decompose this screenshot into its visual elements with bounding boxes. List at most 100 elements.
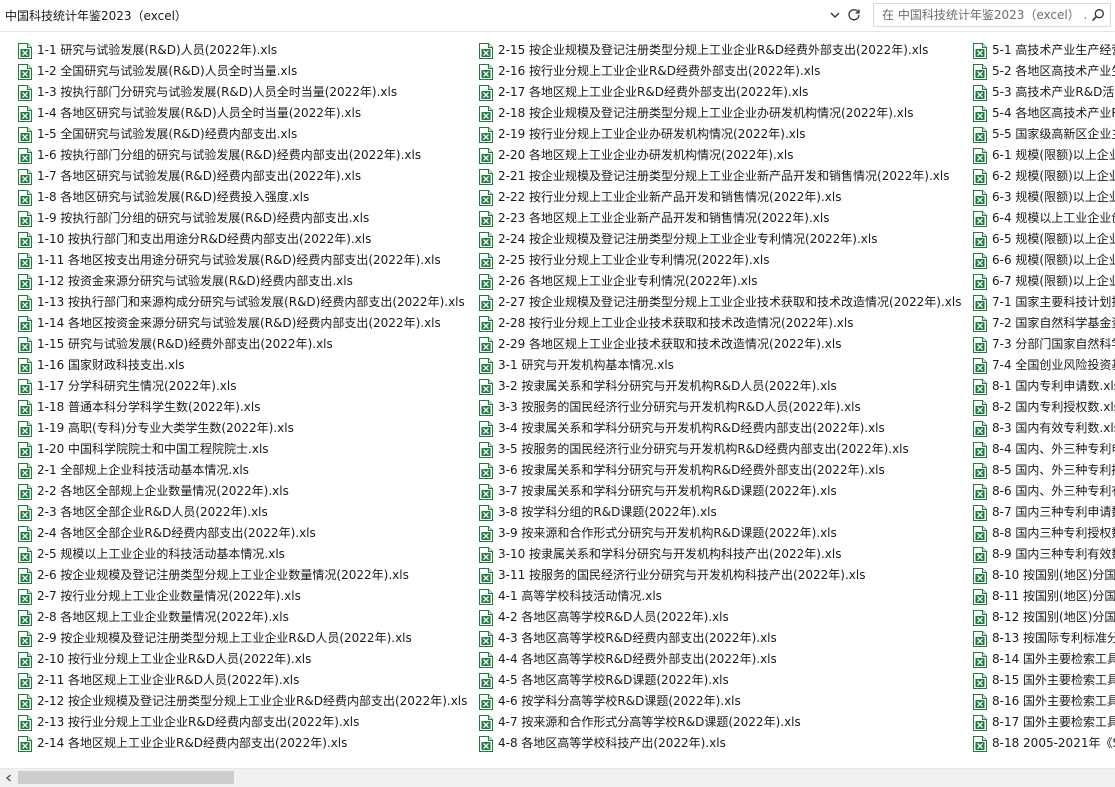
search-button[interactable] — [1088, 5, 1108, 25]
file-item[interactable]: 2-1 全部规上企业科技活动基本情况.xls — [18, 460, 467, 481]
file-item[interactable]: 2-19 按行业分规上工业企业办研发机构情况(2022年).xls — [479, 124, 961, 145]
file-item[interactable]: 8-1 国内专利申请数.xls — [973, 376, 1115, 397]
file-item[interactable]: 8-15 国外主要检索工具 — [973, 670, 1115, 691]
file-item[interactable]: 8-10 按国别(地区)分国 — [973, 565, 1115, 586]
file-item[interactable]: 2-4 各地区全部企业R&D经费内部支出(2022年).xls — [18, 523, 467, 544]
file-item[interactable]: 1-18 普通本科分学科学生数(2022年).xls — [18, 397, 467, 418]
file-item[interactable]: 2-5 规模以上工业企业的科技活动基本情况.xls — [18, 544, 467, 565]
file-item[interactable]: 3-10 按隶属关系和学科分研究与开发机构科技产出(2022年).xls — [479, 544, 961, 565]
file-item[interactable]: 2-11 各地区规上工业企业R&D人员(2022年).xls — [18, 670, 467, 691]
file-item[interactable]: 2-20 各地区规上工业企业办研发机构情况(2022年).xls — [479, 145, 961, 166]
file-item[interactable]: 8-14 国外主要检索工具 — [973, 649, 1115, 670]
file-item[interactable]: 6-1 规模(限额)以上企业 — [973, 145, 1115, 166]
file-item[interactable]: 1-4 各地区研究与试验发展(R&D)人员全时当量(2022年).xls — [18, 103, 467, 124]
file-item[interactable]: 1-8 各地区研究与试验发展(R&D)经费投入强度.xls — [18, 187, 467, 208]
file-item[interactable]: 2-26 各地区规上工业企业专利情况(2022年).xls — [479, 271, 961, 292]
file-item[interactable]: 3-4 按隶属关系和学科分研究与开发机构R&D经费内部支出(2022年).xls — [479, 418, 961, 439]
file-item[interactable]: 2-15 按企业规模及登记注册类型分规上工业企业R&D经费外部支出(2022年)… — [479, 40, 961, 61]
file-item[interactable]: 1-20 中国科学院院士和中国工程院院士.xls — [18, 439, 467, 460]
file-item[interactable]: 7-3 分部门国家自然科学 — [973, 334, 1115, 355]
file-item[interactable]: 1-12 按资金来源分研究与试验发展(R&D)经费内部支出.xls — [18, 271, 467, 292]
address-path[interactable]: 中国科技统计年鉴2023（excel） — [0, 2, 823, 28]
file-item[interactable]: 4-5 各地区高等学校R&D课题(2022年).xls — [479, 670, 961, 691]
file-item[interactable]: 6-6 规模(限额)以上企业 — [973, 250, 1115, 271]
file-item[interactable]: 2-21 按企业规模及登记注册类型分规上工业企业新产品开发和销售情况(2022年… — [479, 166, 961, 187]
file-item[interactable]: 1-15 研究与试验发展(R&D)经费外部支出(2022年).xls — [18, 334, 467, 355]
file-item[interactable]: 2-27 按企业规模及登记注册类型分规上工业企业技术获取和技术改造情况(2022… — [479, 292, 961, 313]
file-item[interactable]: 5-1 高技术产业生产经营 — [973, 40, 1115, 61]
file-item[interactable]: 8-9 国内三种专利有效数 — [973, 544, 1115, 565]
file-item[interactable]: 1-13 按执行部门和来源构成分研究与试验发展(R&D)经费内部支出(2022年… — [18, 292, 467, 313]
file-item[interactable]: 2-8 各地区规上工业企业数量情况(2022年).xls — [18, 607, 467, 628]
file-item[interactable]: 8-11 按国别(地区)分国 — [973, 586, 1115, 607]
file-item[interactable]: 2-22 按行业分规上工业企业新产品开发和销售情况(2022年).xls — [479, 187, 961, 208]
file-item[interactable]: 2-7 按行业分规上工业企业数量情况(2022年).xls — [18, 586, 467, 607]
scroll-left-button[interactable] — [2, 771, 16, 785]
file-item[interactable]: 3-8 按学科分组的R&D课题(2022年).xls — [479, 502, 961, 523]
file-item[interactable]: 2-25 按行业分规上工业企业专利情况(2022年).xls — [479, 250, 961, 271]
refresh-button[interactable] — [845, 4, 863, 26]
file-item[interactable]: 2-13 按行业分规上工业企业R&D经费内部支出(2022年).xls — [18, 712, 467, 733]
file-item[interactable]: 6-7 规模(限额)以上企业 — [973, 271, 1115, 292]
file-item[interactable]: 3-2 按隶属关系和学科分研究与开发机构R&D人员(2022年).xls — [479, 376, 961, 397]
file-item[interactable]: 8-2 国内专利授权数.xls — [973, 397, 1115, 418]
file-item[interactable]: 1-14 各地区按资金来源分研究与试验发展(R&D)经费内部支出(2022年).… — [18, 313, 467, 334]
file-item[interactable]: 3-5 按服务的国民经济行业分研究与开发机构R&D经费内部支出(2022年).x… — [479, 439, 961, 460]
file-item[interactable]: 2-6 按企业规模及登记注册类型分规上工业企业数量情况(2022年).xls — [18, 565, 467, 586]
file-item[interactable]: 1-1 研究与试验发展(R&D)人员(2022年).xls — [18, 40, 467, 61]
file-item[interactable]: 8-8 国内三种专利授权数 — [973, 523, 1115, 544]
file-item[interactable]: 7-4 全国创业风险投资基 — [973, 355, 1115, 376]
file-item[interactable]: 2-29 各地区规上工业企业技术获取和技术改造情况(2022年).xls — [479, 334, 961, 355]
file-item[interactable]: 4-3 各地区高等学校R&D经费内部支出(2022年).xls — [479, 628, 961, 649]
file-item[interactable]: 1-19 高职(专科)分专业大类学生数(2022年).xls — [18, 418, 467, 439]
file-item[interactable]: 8-16 国外主要检索工具 — [973, 691, 1115, 712]
file-item[interactable]: 3-3 按服务的国民经济行业分研究与开发机构R&D人员(2022年).xls — [479, 397, 961, 418]
file-item[interactable]: 1-6 按执行部门分组的研究与试验发展(R&D)经费内部支出(2022年).xl… — [18, 145, 467, 166]
address-history-dropdown[interactable] — [826, 4, 844, 26]
file-item[interactable]: 5-3 高技术产业R&D活 — [973, 82, 1115, 103]
file-item[interactable]: 5-5 国家级高新区企业主 — [973, 124, 1115, 145]
file-item[interactable]: 5-4 各地区高技术产业R — [973, 103, 1115, 124]
file-item[interactable]: 1-11 各地区按支出用途分研究与试验发展(R&D)经费内部支出(2022年).… — [18, 250, 467, 271]
file-item[interactable]: 6-4 规模以上工业企业创 — [973, 208, 1115, 229]
file-item[interactable]: 4-1 高等学校科技活动情况.xls — [479, 586, 961, 607]
file-item[interactable]: 8-7 国内三种专利申请数 — [973, 502, 1115, 523]
file-item[interactable]: 8-6 国内、外三种专利有 — [973, 481, 1115, 502]
file-item[interactable]: 2-23 各地区规上工业企业新产品开发和销售情况(2022年).xls — [479, 208, 961, 229]
file-item[interactable]: 2-17 各地区规上工业企业R&D经费外部支出(2022年).xls — [479, 82, 961, 103]
file-item[interactable]: 5-2 各地区高技术产业生 — [973, 61, 1115, 82]
file-item[interactable]: 4-4 各地区高等学校R&D经费外部支出(2022年).xls — [479, 649, 961, 670]
file-item[interactable]: 8-12 按国别(地区)分国 — [973, 607, 1115, 628]
file-item[interactable]: 4-2 各地区高等学校R&D人员(2022年).xls — [479, 607, 961, 628]
file-item[interactable]: 8-3 国内有效专利数.xls — [973, 418, 1115, 439]
file-item[interactable]: 2-9 按企业规模及登记注册类型分规上工业企业R&D人员(2022年).xls — [18, 628, 467, 649]
file-item[interactable]: 8-4 国内、外三种专利申 — [973, 439, 1115, 460]
file-item[interactable]: 1-7 各地区研究与试验发展(R&D)经费内部支出(2022年).xls — [18, 166, 467, 187]
search-input[interactable] — [874, 4, 1086, 26]
file-item[interactable]: 7-1 国家主要科技计划投 — [973, 292, 1115, 313]
file-item[interactable]: 3-7 按隶属关系和学科分研究与开发机构R&D课题(2022年).xls — [479, 481, 961, 502]
file-item[interactable]: 2-18 按企业规模及登记注册类型分规上工业企业办研发机构情况(2022年).x… — [479, 103, 961, 124]
scroll-thumb[interactable] — [18, 771, 234, 784]
file-item[interactable]: 8-13 按国际专利标准分 — [973, 628, 1115, 649]
file-item[interactable]: 2-2 各地区全部规上企业数量情况(2022年).xls — [18, 481, 467, 502]
file-item[interactable]: 8-17 国外主要检索工具 — [973, 712, 1115, 733]
file-item[interactable]: 7-2 国家自然科学基金资 — [973, 313, 1115, 334]
file-item[interactable]: 2-24 按企业规模及登记注册类型分规上工业企业专利情况(2022年).xls — [479, 229, 961, 250]
file-item[interactable]: 8-5 国内、外三种专利授 — [973, 460, 1115, 481]
file-item[interactable]: 2-3 各地区全部企业R&D人员(2022年).xls — [18, 502, 467, 523]
file-item[interactable]: 4-7 按来源和合作形式分高等学校R&D课题(2022年).xls — [479, 712, 961, 733]
file-item[interactable]: 4-6 按学科分高等学校R&D课题(2022年).xls — [479, 691, 961, 712]
file-item[interactable]: 1-10 按执行部门和支出用途分R&D经费内部支出(2022年).xls — [18, 229, 467, 250]
file-item[interactable]: 4-8 各地区高等学校科技产出(2022年).xls — [479, 733, 961, 754]
file-item[interactable]: 2-10 按行业分规上工业企业R&D人员(2022年).xls — [18, 649, 467, 670]
file-item[interactable]: 1-5 全国研究与试验发展(R&D)经费内部支出.xls — [18, 124, 467, 145]
file-item[interactable]: 1-2 全国研究与试验发展(R&D)人员全时当量.xls — [18, 61, 467, 82]
file-item[interactable]: 3-1 研究与开发机构基本情况.xls — [479, 355, 961, 376]
file-item[interactable]: 6-2 规模(限额)以上企业 — [973, 166, 1115, 187]
file-item[interactable]: 3-6 按隶属关系和学科分研究与开发机构R&D经费外部支出(2022年).xls — [479, 460, 961, 481]
file-item[interactable]: 8-18 2005-2021年《S — [973, 733, 1115, 754]
file-item[interactable]: 1-9 按执行部门分组的研究与试验发展(R&D)经费内部支出.xls — [18, 208, 467, 229]
file-item[interactable]: 6-3 规模(限额)以上企业 — [973, 187, 1115, 208]
file-item[interactable]: 2-12 按企业规模及登记注册类型分规上工业企业R&D经费内部支出(2022年)… — [18, 691, 467, 712]
